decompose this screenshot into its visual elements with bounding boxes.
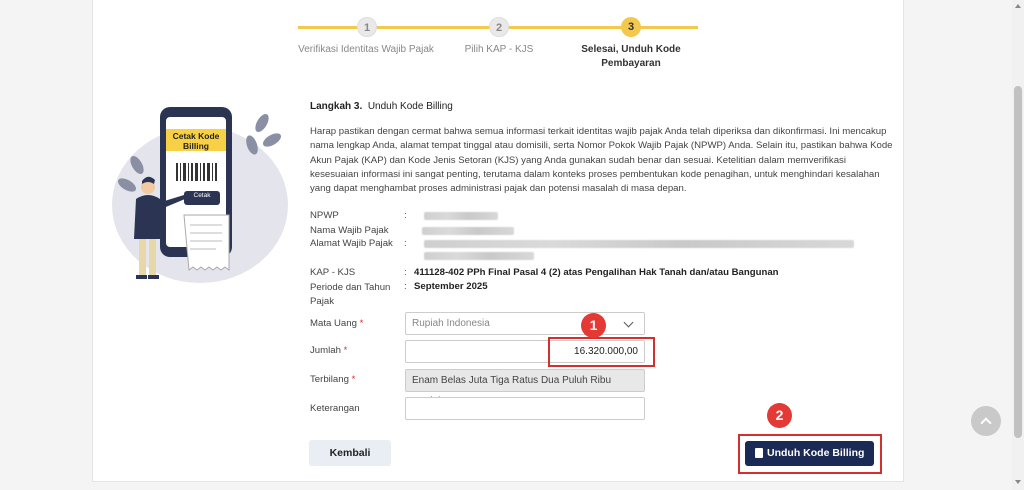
annotation-badge-2: 2 bbox=[767, 403, 792, 428]
kap-colon: : bbox=[404, 267, 407, 278]
mata-uang-label: Mata Uang * bbox=[310, 318, 364, 329]
stepper-line-2 bbox=[498, 26, 698, 29]
stepper-line-1 bbox=[298, 26, 498, 29]
jumlah-highlight-box bbox=[548, 337, 655, 367]
mata-uang-select[interactable]: Rupiah Indonesia bbox=[405, 312, 645, 335]
npwp-label: NPWP bbox=[310, 210, 339, 221]
illustration-card-title: Cetak Kode Billing bbox=[172, 131, 220, 151]
nama-value-redacted bbox=[422, 227, 514, 235]
back-button[interactable]: Kembali bbox=[309, 440, 391, 466]
step-title: Langkah 3. Unduh Kode Billing bbox=[310, 101, 453, 112]
alamat-value-redacted-2 bbox=[424, 252, 534, 260]
instruction-paragraph: Harap pastikan dengan cermat bahwa semua… bbox=[310, 126, 893, 195]
step-3-label: Selesai, Unduh Kode Pembayaran bbox=[581, 44, 681, 69]
chevron-up-icon bbox=[980, 417, 992, 429]
scroll-down-arrow-icon[interactable] bbox=[1015, 480, 1021, 484]
billing-illustration bbox=[112, 107, 288, 283]
terbilang-field: Enam Belas Juta Tiga Ratus Dua Puluh Rib… bbox=[405, 369, 645, 407]
scroll-up-arrow-icon[interactable] bbox=[1015, 4, 1021, 8]
kap-label: KAP - KJS bbox=[310, 267, 356, 278]
periode-colon: : bbox=[404, 281, 407, 292]
keterangan-label: Keterangan bbox=[310, 403, 360, 414]
terbilang-label: Terbilang * bbox=[310, 374, 356, 385]
download-billing-button[interactable]: Unduh Kode Billing bbox=[745, 441, 874, 466]
alamat-label: Alamat Wajib Pajak bbox=[310, 238, 393, 249]
step-2-circle[interactable]: 2 bbox=[489, 17, 509, 37]
step-3-circle[interactable]: 3 bbox=[621, 17, 641, 37]
kap-value: 411128-402 PPh Final Pasal 4 (2) atas Pe… bbox=[414, 267, 779, 278]
npwp-colon: : bbox=[404, 210, 407, 221]
scroll-to-top-button[interactable] bbox=[971, 406, 1001, 436]
scrollbar-thumb[interactable] bbox=[1014, 86, 1022, 438]
periode-value: September 2025 bbox=[414, 281, 488, 292]
alamat-value-redacted-1 bbox=[424, 240, 854, 248]
npwp-value-redacted bbox=[424, 212, 498, 220]
periode-label: Periode dan Tahun Pajak bbox=[310, 282, 391, 307]
step-1-label: Verifikasi Identitas Wajib Pajak bbox=[298, 44, 434, 55]
keterangan-input[interactable] bbox=[405, 397, 645, 420]
illustration-cetak-button: Cetak bbox=[193, 192, 211, 199]
nama-label: Nama Wajib Pajak bbox=[310, 225, 389, 236]
step-1-circle[interactable]: 1 bbox=[357, 17, 377, 37]
alamat-colon: : bbox=[404, 238, 407, 249]
document-icon bbox=[755, 448, 763, 458]
annotation-badge-1: 1 bbox=[581, 313, 606, 338]
chevron-down-icon bbox=[623, 317, 634, 328]
step-2-label: Pilih KAP - KJS bbox=[464, 44, 534, 55]
jumlah-label: Jumlah * bbox=[310, 345, 348, 356]
page-scrollbar[interactable] bbox=[1012, 0, 1024, 490]
